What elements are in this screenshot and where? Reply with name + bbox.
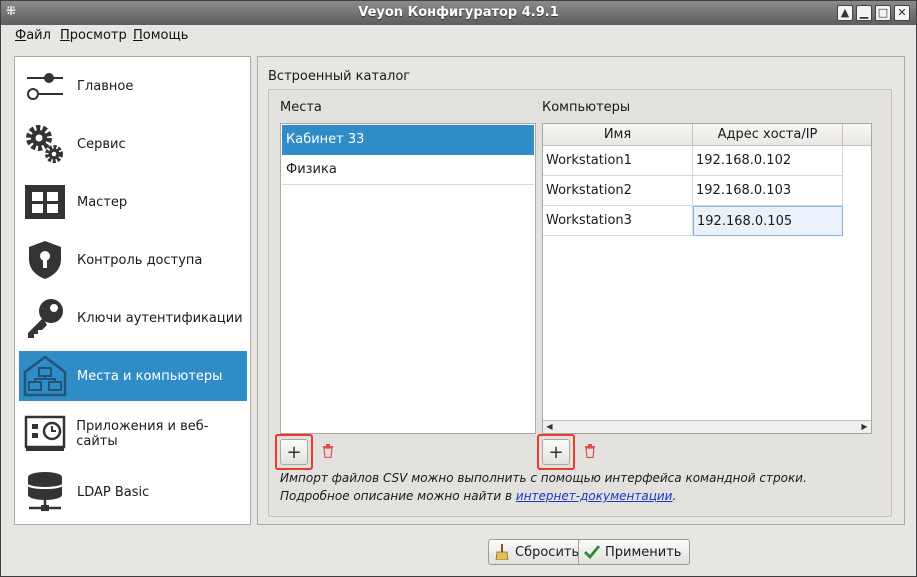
network-house-icon [21, 352, 69, 400]
window-title: Veyon Конфигуратор 4.9.1 [358, 5, 559, 20]
sidebar-item-label: Места и компьютеры [77, 368, 223, 384]
trash-icon [584, 442, 596, 463]
sidebar-item-ldap-basic[interactable]: LDAP Basic [19, 467, 247, 517]
locations-list[interactable]: Кабинет 33 Физика [280, 123, 536, 434]
table-cell-name[interactable]: Workstation1 [543, 146, 693, 176]
scroll-right-icon[interactable]: ▶ [858, 421, 871, 433]
locations-label: Места [280, 100, 322, 115]
content-panel: Встроенный каталог Места Компьютеры Каби… [257, 56, 905, 525]
table-cell-host[interactable]: 192.168.0.105 [693, 206, 843, 236]
menu-file[interactable]: Файл [15, 28, 51, 43]
title-bar[interactable]: ⁜ Veyon Конфигуратор 4.9.1 ▲ ▁ □ ✕ [1, 1, 916, 25]
column-header-empty [843, 124, 871, 146]
list-item[interactable]: Физика [282, 155, 534, 185]
minimize-icon: ▁ [859, 6, 869, 19]
shield-lock-icon [21, 236, 69, 284]
sidebar-item-general[interactable]: Главное [19, 61, 247, 111]
note-suffix: . [672, 489, 677, 503]
sidebar-item-auth-keys[interactable]: Ключи аутентификации [19, 293, 247, 343]
sidebar-item-applications-websites[interactable]: Приложения и веб-сайты [19, 409, 247, 459]
apply-label: Применить [605, 544, 682, 560]
column-header-host[interactable]: Адрес хоста/IP [693, 124, 843, 146]
sidebar-item-access-control[interactable]: Контроль доступа [19, 235, 247, 285]
gears-icon [21, 120, 69, 168]
reset-button[interactable]: Сбросить [488, 539, 589, 565]
close-icon: ✕ [897, 6, 907, 19]
key-icon [21, 294, 69, 342]
highlight-frame [537, 434, 575, 470]
sidebar-item-label: Главное [77, 78, 134, 94]
close-button[interactable]: ✕ [894, 5, 910, 21]
csv-import-note: Импорт файлов CSV можно выполнить с помо… [280, 469, 850, 505]
table-cell-name[interactable]: Workstation2 [543, 176, 693, 206]
arrow-up-icon: ▲ [840, 6, 850, 19]
minimize-button[interactable]: ▁ [856, 5, 872, 21]
builtin-directory-group: Места Компьютеры Кабинет 33 Физика Имя А… [268, 89, 892, 517]
table-cell-host[interactable]: 192.168.0.103 [693, 176, 843, 206]
menu-help[interactable]: Помощь [133, 28, 188, 43]
remove-computer-button[interactable] [576, 439, 604, 465]
maximize-icon: □ [877, 6, 889, 19]
computers-label: Компьютеры [542, 100, 631, 115]
remove-location-button[interactable] [314, 439, 342, 465]
trash-icon [322, 442, 334, 463]
apply-button[interactable]: Применить [578, 539, 691, 565]
maximize-button[interactable]: □ [875, 5, 891, 21]
sidebar-item-label: Ключи аутентификации [77, 310, 243, 326]
table-cell-host[interactable]: 192.168.0.102 [693, 146, 843, 176]
sidebar: Главное Сервис Мастер Контроль доступа К… [14, 56, 251, 525]
sidebar-item-locations-computers[interactable]: Места и компьютеры [19, 351, 247, 401]
menu-bar: Файл Просмотр Помощь [1, 25, 916, 47]
group-title: Встроенный каталог [268, 69, 411, 84]
sidebar-item-label: LDAP Basic [77, 484, 150, 500]
highlight-frame [275, 434, 313, 470]
app-window: ⁜ Veyon Конфигуратор 4.9.1 ▲ ▁ □ ✕ Файл … [0, 0, 917, 577]
grid-icon [21, 178, 69, 226]
checkmark-icon [583, 543, 601, 561]
list-item[interactable]: Кабинет 33 [282, 125, 534, 155]
column-header-name[interactable]: Имя [543, 124, 693, 146]
sidebar-item-label: Мастер [77, 194, 128, 210]
sliders-icon [21, 62, 69, 110]
keep-above-button[interactable]: ▲ [837, 5, 853, 21]
menu-view[interactable]: Просмотр [60, 28, 127, 43]
computers-table[interactable]: Имя Адрес хоста/IP Workstation1 192.168.… [542, 123, 872, 434]
online-docs-link[interactable]: интернет-документации [516, 489, 673, 503]
sidebar-item-service[interactable]: Сервис [19, 119, 247, 169]
broom-icon [493, 543, 511, 561]
sidebar-item-master[interactable]: Мастер [19, 177, 247, 227]
horizontal-scrollbar[interactable]: ◀ ▶ [543, 420, 871, 433]
sidebar-item-label: Приложения и веб-сайты [76, 419, 209, 449]
apps-clock-icon [21, 410, 68, 458]
table-cell-name[interactable]: Workstation3 [543, 206, 693, 236]
database-network-icon [21, 468, 69, 516]
sidebar-item-label: Сервис [77, 136, 126, 152]
scroll-left-icon[interactable]: ◀ [543, 421, 556, 433]
sidebar-item-label: Контроль доступа [77, 252, 203, 268]
reset-label: Сбросить [515, 544, 580, 560]
